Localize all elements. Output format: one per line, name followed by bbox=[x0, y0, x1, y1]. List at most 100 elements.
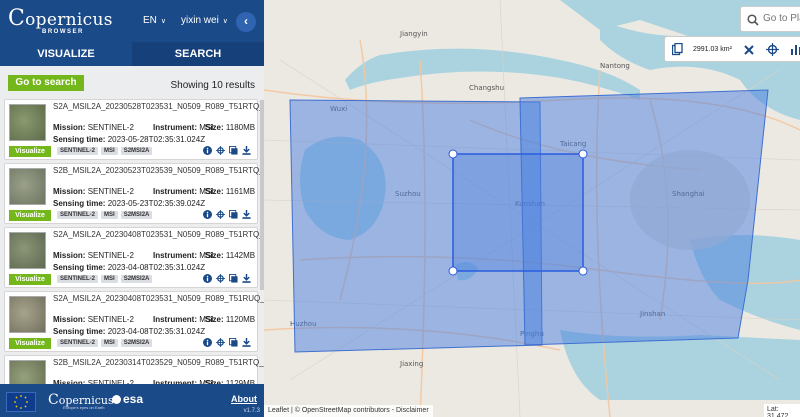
result-card[interactable]: S2A_MSIL2A_20230408T023531_N0509_R089_T5… bbox=[4, 291, 264, 352]
visualize-button[interactable]: Visualize bbox=[9, 338, 51, 349]
tab-visualize[interactable]: VISUALIZE bbox=[0, 42, 132, 66]
language-select[interactable]: EN ∨ bbox=[143, 15, 166, 26]
add-to-list-icon[interactable] bbox=[229, 338, 238, 347]
tag-list: SENTINEL-2 MSI S2MSI2A bbox=[57, 211, 153, 219]
mission-value: SENTINEL-2 bbox=[87, 251, 134, 260]
crosshair-icon[interactable] bbox=[766, 43, 779, 56]
instrument-label: Instrument: bbox=[153, 187, 197, 196]
zoom-to-icon[interactable] bbox=[216, 210, 225, 219]
add-to-list-icon[interactable] bbox=[229, 146, 238, 155]
close-icon[interactable] bbox=[744, 45, 754, 55]
result-thumbnail[interactable] bbox=[9, 104, 46, 141]
result-thumbnail[interactable] bbox=[9, 296, 46, 333]
tag: S2MSI2A bbox=[120, 211, 153, 219]
result-card[interactable]: S2B_MSIL2A_20230523T023539_N0509_R089_T5… bbox=[4, 163, 264, 224]
tag-list: SENTINEL-2 MSI S2MSI2A bbox=[57, 275, 153, 283]
tag: SENTINEL-2 bbox=[57, 275, 99, 283]
zoom-to-icon[interactable] bbox=[216, 338, 225, 347]
aoi-handle bbox=[448, 149, 458, 159]
version-label: v1.7.3 bbox=[243, 408, 260, 414]
download-icon[interactable] bbox=[242, 146, 251, 155]
instrument-label: Instrument: bbox=[153, 251, 197, 260]
info-icon[interactable] bbox=[203, 146, 212, 155]
info-icon[interactable] bbox=[203, 210, 212, 219]
chevron-down-icon: ∨ bbox=[222, 18, 228, 25]
tab-search[interactable]: SEARCH bbox=[132, 42, 264, 66]
result-thumbnail[interactable] bbox=[9, 360, 46, 384]
eu-flag-logo bbox=[6, 392, 36, 412]
sensing-time-value: 2023-04-08T02:35:31.024Z bbox=[107, 263, 206, 272]
download-icon[interactable] bbox=[242, 210, 251, 219]
aoi-handle bbox=[578, 266, 588, 276]
tag: SENTINEL-2 bbox=[57, 339, 99, 347]
tag: S2MSI2A bbox=[120, 275, 153, 283]
footer: Copernicus Europe's eyes on Earth esa Ab… bbox=[0, 384, 264, 417]
sensing-time-value: 2023-04-08T02:35:31.024Z bbox=[107, 327, 206, 336]
product-name: S2B_MSIL2A_20230314T023529_N0509_R089_T5… bbox=[53, 358, 264, 367]
size-label: Size: bbox=[205, 315, 224, 324]
sensing-time-value: 2023-05-28T02:35:31.024Z bbox=[107, 135, 206, 144]
size-value: 1161MB bbox=[225, 187, 256, 196]
tag: MSI bbox=[101, 275, 118, 283]
side-panel: Copernicus BROWSER EN ∨ yixin wei ∨ ‹ VISU… bbox=[0, 0, 264, 417]
tag: MSI bbox=[101, 339, 118, 347]
copy-icon[interactable] bbox=[672, 43, 683, 56]
chart-icon[interactable] bbox=[790, 43, 800, 56]
chevron-left-icon: ‹ bbox=[244, 14, 248, 28]
results-count: Showing 10 results bbox=[170, 80, 256, 91]
mission-label: Mission: bbox=[53, 251, 86, 260]
go-to-search-button[interactable]: Go to search bbox=[8, 75, 84, 91]
size-value: 1180MB bbox=[225, 123, 256, 132]
tag: SENTINEL-2 bbox=[57, 211, 99, 219]
aoi-area: 2991.03 km² bbox=[693, 46, 732, 53]
mission-value: SENTINEL-2 bbox=[87, 123, 134, 132]
result-thumbnail[interactable] bbox=[9, 168, 46, 205]
results-list: S2A_MSIL2A_20230528T023531_N0509_R089_T5… bbox=[0, 99, 264, 384]
mission-value: SENTINEL-2 bbox=[87, 187, 134, 196]
tag: MSI bbox=[101, 211, 118, 219]
add-to-list-icon[interactable] bbox=[229, 210, 238, 219]
visualize-button[interactable]: Visualize bbox=[9, 274, 51, 285]
result-card[interactable]: S2B_MSIL2A_20230314T023529_N0509_R089_T5… bbox=[4, 355, 264, 384]
sensing-time-label: Sensing time: bbox=[53, 263, 106, 272]
product-name: S2A_MSIL2A_20230408T023531_N0509_R089_T5… bbox=[53, 294, 264, 303]
user-menu[interactable]: yixin wei ∨ bbox=[181, 15, 228, 26]
result-actions bbox=[203, 274, 251, 283]
zoom-to-icon[interactable] bbox=[216, 274, 225, 283]
zoom-to-icon[interactable] bbox=[216, 146, 225, 155]
sensing-time-value: 2023-05-23T02:35:39.024Z bbox=[107, 199, 206, 208]
size-label: Size: bbox=[205, 123, 224, 132]
area-of-interest bbox=[452, 153, 584, 272]
download-icon[interactable] bbox=[242, 274, 251, 283]
location-search-input[interactable] bbox=[763, 13, 800, 24]
product-name: S2A_MSIL2A_20230528T023531_N0509_R089_T5… bbox=[53, 102, 264, 111]
aoi-handle bbox=[448, 266, 458, 276]
add-to-list-icon[interactable] bbox=[229, 274, 238, 283]
location-search[interactable] bbox=[740, 6, 800, 32]
map-attribution[interactable]: Leaflet | © OpenStreetMap contributors -… bbox=[264, 405, 433, 417]
result-thumbnail[interactable] bbox=[9, 232, 46, 269]
collapse-panel-button[interactable]: ‹ bbox=[236, 12, 256, 32]
size-label: Size: bbox=[205, 187, 224, 196]
esa-logo: esa bbox=[112, 392, 143, 406]
result-actions bbox=[203, 338, 251, 347]
result-card[interactable]: S2A_MSIL2A_20230408T023531_N0509_R089_T5… bbox=[4, 227, 264, 288]
about-link[interactable]: About bbox=[231, 394, 257, 404]
download-icon[interactable] bbox=[242, 338, 251, 347]
instrument-label: Instrument: bbox=[153, 315, 197, 324]
info-icon[interactable] bbox=[203, 338, 212, 347]
results-panel: Go to search Showing 10 results S2A_MSIL… bbox=[0, 66, 264, 384]
mission-label: Mission: bbox=[53, 315, 86, 324]
visualize-button[interactable]: Visualize bbox=[9, 210, 51, 221]
result-actions bbox=[203, 210, 251, 219]
scrollbar[interactable] bbox=[260, 100, 264, 290]
result-card[interactable]: S2A_MSIL2A_20230528T023531_N0509_R089_T5… bbox=[4, 99, 264, 160]
info-icon[interactable] bbox=[203, 274, 212, 283]
result-actions bbox=[203, 146, 251, 155]
product-name: S2A_MSIL2A_20230408T023531_N0509_R089_T5… bbox=[53, 230, 264, 239]
tag: S2MSI2A bbox=[120, 147, 153, 155]
product-name: S2B_MSIL2A_20230523T023539_N0509_R089_T5… bbox=[53, 166, 264, 175]
mission-value: SENTINEL-2 bbox=[87, 315, 134, 324]
sensing-time-label: Sensing time: bbox=[53, 199, 106, 208]
visualize-button[interactable]: Visualize bbox=[9, 146, 51, 157]
